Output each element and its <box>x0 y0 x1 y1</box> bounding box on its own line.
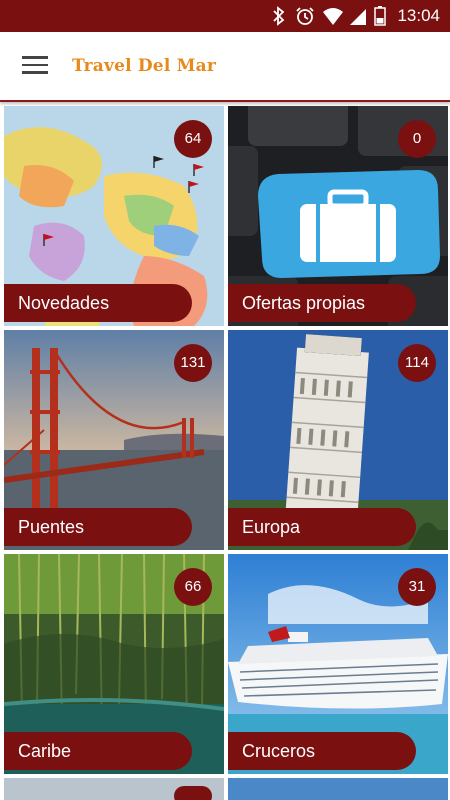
battery-icon <box>374 6 386 26</box>
status-bar: 13:04 <box>0 0 450 32</box>
hamburger-menu-icon[interactable] <box>20 52 50 80</box>
category-tile-partial[interactable] <box>4 778 224 800</box>
category-label: Novedades <box>4 284 192 322</box>
category-label: Europa <box>228 508 416 546</box>
category-label: Caribe <box>4 732 192 770</box>
category-grid: 64 Novedades 0 Ofertas propias 131 Puent… <box>0 104 450 800</box>
category-tile-ofertas-propias[interactable]: 0 Ofertas propias <box>228 106 448 326</box>
app-title: Travel Del Mar <box>72 56 216 76</box>
count-badge: 114 <box>398 344 436 382</box>
category-tile-cruceros[interactable]: 31 Cruceros <box>228 554 448 774</box>
count-badge: 131 <box>174 344 212 382</box>
signal-icon <box>350 9 366 25</box>
category-label: Ofertas propias <box>228 284 416 322</box>
count-badge: 31 <box>398 568 436 606</box>
tile-image-partial <box>4 778 224 800</box>
category-label: Puentes <box>4 508 192 546</box>
count-badge: 0 <box>398 120 436 158</box>
wifi-icon <box>323 8 343 25</box>
tile-image-partial <box>228 778 448 800</box>
category-label: Cruceros <box>228 732 416 770</box>
alarm-icon <box>296 7 314 25</box>
category-tile-puentes[interactable]: 131 Puentes <box>4 330 224 550</box>
count-badge: 64 <box>174 120 212 158</box>
category-tile-europa[interactable]: 114 Europa <box>228 330 448 550</box>
category-tile-caribe[interactable]: 66 Caribe <box>4 554 224 774</box>
count-badge: 66 <box>174 568 212 606</box>
category-tile-partial[interactable] <box>228 778 448 800</box>
app-bar: Travel Del Mar <box>0 32 450 102</box>
category-tile-novedades[interactable]: 64 Novedades <box>4 106 224 326</box>
status-time: 13:04 <box>397 6 440 25</box>
bluetooth-icon <box>273 6 285 26</box>
